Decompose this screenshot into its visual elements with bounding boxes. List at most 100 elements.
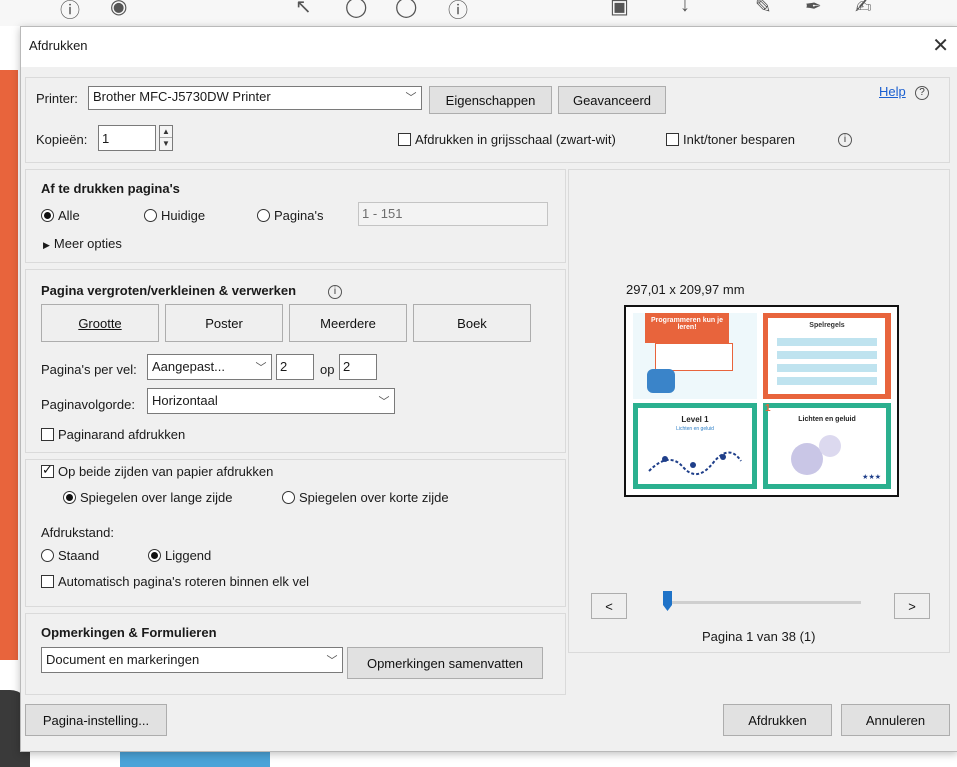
save-ink-checkbox[interactable]: Inkt/toner besparen: [666, 132, 795, 147]
grayscale-checkbox[interactable]: Afdrukken in grijsschaal (zwart-wit): [398, 132, 616, 147]
landscape-radio[interactable]: Liggend: [148, 548, 211, 563]
radio[interactable]: [63, 491, 76, 504]
dialog-titlebar: Afdrukken ✕: [21, 27, 957, 67]
page-slider-track[interactable]: [663, 601, 861, 604]
prev-page-button[interactable]: <: [591, 593, 627, 619]
zoom-in-icon: ◯: [395, 0, 418, 18]
page-slider-thumb[interactable]: [663, 591, 672, 611]
radio[interactable]: [257, 209, 270, 222]
auto-rotate-label: Automatisch pagina's roteren binnen elk …: [58, 574, 310, 589]
size-button[interactable]: Grootte: [41, 304, 159, 342]
print-button[interactable]: Afdrukken: [723, 704, 832, 736]
page-order-label: Paginavolgorde:: [41, 397, 135, 412]
radio[interactable]: [41, 549, 54, 562]
properties-button[interactable]: Eigenschappen: [429, 86, 552, 114]
chevron-down-icon: ﹀: [326, 655, 338, 667]
close-icon[interactable]: ✕: [932, 33, 949, 58]
comments-heading: Opmerkingen & Formulieren: [41, 625, 217, 640]
more-options-toggle[interactable]: ▶ Meer opties: [43, 236, 122, 251]
both-sides-checkbox[interactable]: Op beide zijden van papier afdrukken: [41, 462, 274, 479]
multiple-button[interactable]: Meerdere: [289, 304, 407, 342]
checkbox[interactable]: [666, 133, 679, 146]
sign-icon: ✍: [855, 0, 872, 18]
checkbox[interactable]: [41, 575, 54, 588]
info-icon[interactable]: i: [328, 282, 342, 299]
comments-panel: Opmerkingen & Formulieren Document en ma…: [25, 613, 566, 695]
orientation-label: Afdrukstand:: [41, 525, 114, 540]
help-link[interactable]: Help: [879, 84, 906, 99]
pages-per-sheet-label: Pagina's per vel:: [41, 362, 137, 377]
radio[interactable]: [148, 549, 161, 562]
page-setup-button[interactable]: Pagina-instelling...: [25, 704, 167, 736]
printer-label: Printer:: [36, 91, 78, 106]
checkbox[interactable]: [41, 428, 54, 441]
preview-thumbnail: Programmeren kun je leren! Spelregels Le…: [624, 305, 899, 497]
pages-panel: Af te drukken pagina's Alle Huidige Pagi…: [25, 169, 566, 263]
copies-stepper[interactable]: ▲ ▼: [159, 125, 173, 151]
radio[interactable]: [41, 209, 54, 222]
radio[interactable]: [144, 209, 157, 222]
info-icon[interactable]: i: [838, 130, 852, 147]
preview-size-text: 297,01 x 209,97 mm: [626, 282, 745, 297]
comments-select[interactable]: Document en markeringen ﹀: [41, 647, 343, 673]
pages-range-label: Pagina's: [274, 208, 324, 223]
zoom-out-icon: ◯: [345, 0, 368, 18]
pages-all-radio[interactable]: Alle: [41, 208, 80, 223]
page-border-checkbox[interactable]: Paginarand afdrukken: [41, 427, 185, 442]
highlight-icon: ✒: [805, 0, 822, 18]
copies-input[interactable]: 1: [98, 125, 156, 151]
checkbox[interactable]: [41, 462, 54, 478]
arrow-up-icon[interactable]: ▲: [160, 126, 172, 138]
check-circle-icon: ◉: [110, 0, 128, 18]
pages-all-label: Alle: [58, 208, 80, 223]
arrow-down-icon[interactable]: ▼: [160, 138, 172, 150]
pages-per-sheet-select[interactable]: Aangepast... ﹀: [147, 354, 272, 380]
comments-select-value: Document en markeringen: [46, 652, 200, 667]
pages-heading: Af te drukken pagina's: [41, 181, 180, 196]
pages-current-radio[interactable]: Huidige: [144, 208, 205, 223]
radio[interactable]: [282, 491, 295, 504]
summarize-comments-button[interactable]: Opmerkingen samenvatten: [347, 647, 543, 679]
columns-input[interactable]: 2: [276, 354, 314, 380]
checkbox[interactable]: [398, 133, 411, 146]
help-icon[interactable]: ?: [915, 83, 929, 100]
short-edge-radio[interactable]: Spiegelen over korte zijde: [282, 490, 449, 505]
cancel-button[interactable]: Annuleren: [841, 704, 950, 736]
stars-rating: ★★★: [862, 474, 881, 481]
page-order-select[interactable]: Horizontaal ﹀: [147, 388, 395, 414]
robot-icon: [647, 369, 675, 393]
background-toolbar: ⓘ ◉ ↖ ◯ ◯ ⓘ ▣ ↓ ✎ ✒ ✍: [0, 0, 957, 26]
thumb-card-3-title: Level 1: [681, 415, 709, 424]
download-icon: ↓: [680, 0, 690, 16]
advanced-button[interactable]: Geavanceerd: [558, 86, 666, 114]
portrait-radio[interactable]: Staand: [41, 548, 99, 563]
chevron-down-icon: ﹀: [255, 362, 267, 374]
both-sides-label: Op beide zijden van papier afdrukken: [58, 464, 274, 479]
printer-select-value: Brother MFC-J5730DW Printer: [93, 89, 271, 104]
triangle-right-icon: ▶: [43, 240, 50, 250]
info-icon: ⓘ: [60, 0, 80, 22]
thumb-card-1: Programmeren kun je leren!: [633, 313, 757, 399]
printer-select[interactable]: Brother MFC-J5730DW Printer ﹀: [88, 86, 422, 110]
portrait-label: Staand: [58, 548, 100, 563]
next-page-button[interactable]: >: [894, 593, 930, 619]
fit-page-icon: ▣: [610, 0, 629, 18]
scaling-heading: Pagina vergroten/verkleinen & verwerken: [41, 283, 297, 298]
grayscale-label: Afdrukken in grijsschaal (zwart-wit): [415, 132, 616, 147]
comment-icon: ✎: [755, 0, 772, 18]
info-icon: ⓘ: [448, 0, 468, 22]
pages-range-radio[interactable]: Pagina's: [257, 208, 323, 223]
pages-current-label: Huidige: [161, 208, 206, 223]
auto-rotate-checkbox[interactable]: Automatisch pagina's roteren binnen elk …: [41, 574, 309, 589]
long-edge-radio[interactable]: Spiegelen over lange zijde: [63, 490, 233, 505]
printer-panel: Printer: Brother MFC-J5730DW Printer ﹀ E…: [25, 77, 950, 163]
rows-input[interactable]: 2: [339, 354, 377, 380]
pages-range-input[interactable]: 1 - 151: [358, 202, 548, 226]
short-edge-label: Spiegelen over korte zijde: [299, 490, 449, 505]
chevron-down-icon: ﹀: [378, 396, 390, 408]
page-order-value: Horizontaal: [152, 393, 218, 408]
poster-button[interactable]: Poster: [165, 304, 283, 342]
page-border-label: Paginarand afdrukken: [58, 427, 186, 442]
page-status: Pagina 1 van 38 (1): [702, 629, 816, 644]
booklet-button[interactable]: Boek: [413, 304, 531, 342]
